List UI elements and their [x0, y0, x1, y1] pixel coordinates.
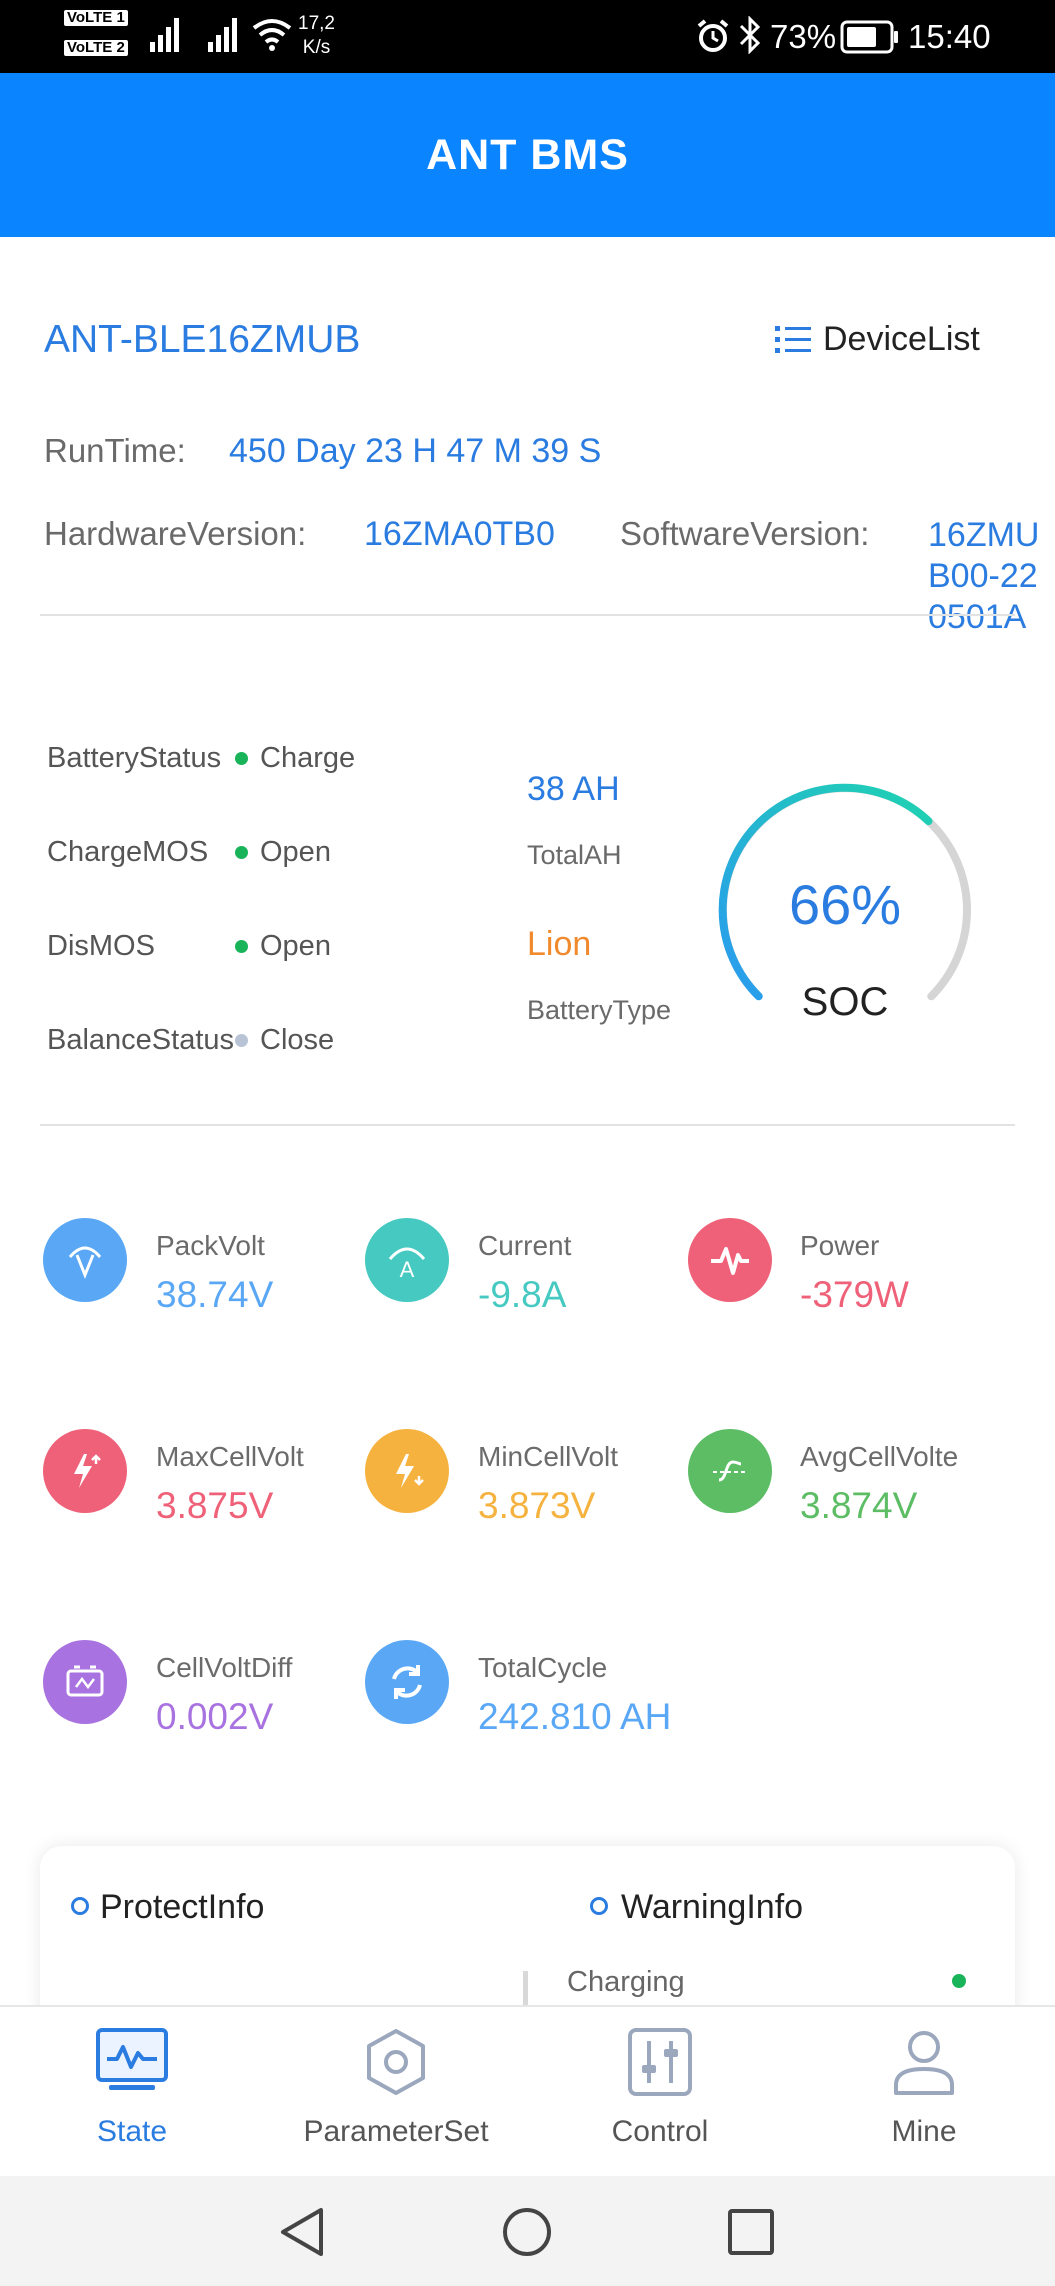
- divider-middle: [40, 1124, 1015, 1126]
- charge-mos-dot: [235, 846, 248, 859]
- battery-icon: [840, 20, 898, 54]
- min-cell-volt-label: MinCellVolt: [478, 1441, 619, 1472]
- current-label: Current: [478, 1230, 572, 1261]
- soc-label: SOC: [801, 980, 889, 1024]
- min-cell-volt-value: 3.873V: [478, 1485, 596, 1526]
- battery-type-label: BatteryType: [527, 995, 672, 1025]
- total-cycle-value: 242.810 AH: [478, 1696, 672, 1737]
- signal-1-icon: [150, 18, 179, 52]
- clock: 15:40: [908, 18, 991, 55]
- avg-cell-volt-label: AvgCellVolte: [800, 1441, 959, 1472]
- total-ah-value: 38 AH: [527, 770, 620, 808]
- nav-control-label: Control: [611, 2115, 709, 2148]
- divider-top: [40, 614, 1015, 616]
- nav-mine[interactable]: Mine: [792, 2007, 1055, 2178]
- software-version-value: 16ZMU B00-22 0501A: [928, 516, 1040, 636]
- protect-info-icon: [71, 1897, 89, 1915]
- recents-icon[interactable]: [727, 2208, 775, 2256]
- nav-state-label: State: [96, 2115, 168, 2148]
- pack-volt-value: 38.74V: [156, 1274, 274, 1315]
- dis-mos-dot: [235, 940, 248, 953]
- pack-volt-icon: [43, 1218, 127, 1302]
- device-name: ANT-BLE16ZMUB: [44, 318, 361, 361]
- wifi-icon: [252, 19, 292, 51]
- balance-status-dot: [235, 1034, 248, 1047]
- dis-mos-label: DisMOS: [47, 930, 155, 962]
- hardware-version-value: 16ZMA0TB0: [364, 515, 555, 553]
- charging-dot: [952, 1974, 966, 1988]
- power-label: Power: [800, 1230, 880, 1261]
- parameter-set-icon: [367, 2029, 425, 2095]
- user-icon: [894, 2031, 954, 2095]
- balance-status-label: BalanceStatus: [47, 1024, 235, 1056]
- charging-label: Charging: [567, 1966, 685, 1998]
- total-cycle-label: TotalCycle: [478, 1652, 608, 1683]
- control-icon: [628, 2028, 692, 2096]
- volte-2-badge: VoLTE 2: [64, 40, 131, 56]
- nav-parameter-set[interactable]: ParameterSet: [264, 2007, 528, 2178]
- current-value: -9.8A: [478, 1274, 567, 1315]
- charge-mos-label: ChargeMOS: [47, 836, 209, 868]
- cell-volt-diff-label: CellVoltDiff: [156, 1652, 293, 1683]
- signal-2-icon: [208, 18, 237, 52]
- device-list-button[interactable]: DeviceList: [775, 320, 980, 359]
- app-title: ANT BMS: [426, 130, 629, 179]
- total-ah-label: TotalAH: [527, 840, 622, 870]
- hardware-version-label: HardwareVersion:: [44, 515, 307, 552]
- list-icon: [775, 325, 811, 353]
- battery-status-dot: [235, 752, 248, 765]
- software-version-label: SoftwareVersion:: [620, 515, 870, 552]
- current-icon: A: [365, 1218, 449, 1302]
- soc-value: 66%: [788, 873, 902, 936]
- balance-status-value: Close: [260, 1024, 335, 1056]
- svg-text:A: A: [400, 1257, 415, 1282]
- nav-control[interactable]: Control: [528, 2007, 792, 2178]
- power-value: -379W: [800, 1274, 909, 1315]
- net-speed: 17,2 K/s: [298, 13, 335, 58]
- battery-percent: 73%: [770, 18, 837, 55]
- total-cycle-icon: [365, 1640, 449, 1724]
- state-icon: [96, 2028, 168, 2090]
- power-icon: [688, 1218, 772, 1302]
- volte-1-badge: VoLTE 1: [64, 10, 131, 26]
- runtime-label: RunTime:: [44, 432, 186, 469]
- protect-info-tab[interactable]: ProtectInfo: [100, 1888, 264, 1927]
- battery-status-label: BatteryStatus: [47, 742, 222, 774]
- status-bar: VoLTE 1 VoLTE 2 17,2 K/s 73% 15:40: [0, 0, 1055, 73]
- max-cell-volt-value: 3.875V: [156, 1485, 274, 1526]
- nav-parameter-set-label: ParameterSet: [303, 2115, 489, 2148]
- avg-cell-volt-icon: [688, 1429, 772, 1513]
- battery-status-value: Charge: [260, 742, 356, 774]
- device-list-label: DeviceList: [823, 320, 980, 358]
- max-cell-volt-icon: [43, 1429, 127, 1513]
- cell-volt-diff-value: 0.002V: [156, 1696, 274, 1737]
- bottom-nav: State ParameterSet Control Mine: [0, 2005, 1055, 2176]
- runtime-value: 450 Day 23 H 47 M 39 S: [229, 432, 602, 470]
- bluetooth-icon: [739, 16, 761, 54]
- warning-info-tab[interactable]: WarningInfo: [621, 1888, 803, 1927]
- avg-cell-volt-value: 3.874V: [800, 1485, 918, 1526]
- battery-type-value: Lion: [527, 925, 592, 963]
- pack-volt-label: PackVolt: [156, 1230, 265, 1261]
- system-nav-bar: [0, 2176, 1055, 2286]
- charge-mos-value: Open: [260, 836, 331, 868]
- min-cell-volt-icon: [365, 1429, 449, 1513]
- nav-mine-label: Mine: [891, 2115, 957, 2148]
- nav-state[interactable]: State: [0, 2007, 264, 2178]
- back-icon[interactable]: [277, 2206, 327, 2258]
- cell-volt-diff-icon: [43, 1640, 127, 1724]
- dis-mos-value: Open: [260, 930, 331, 962]
- max-cell-volt-label: MaxCellVolt: [156, 1441, 304, 1472]
- warning-info-icon: [590, 1897, 608, 1915]
- app-bar: ANT BMS: [0, 73, 1055, 237]
- home-icon[interactable]: [501, 2206, 553, 2258]
- alarm-icon: [697, 19, 729, 52]
